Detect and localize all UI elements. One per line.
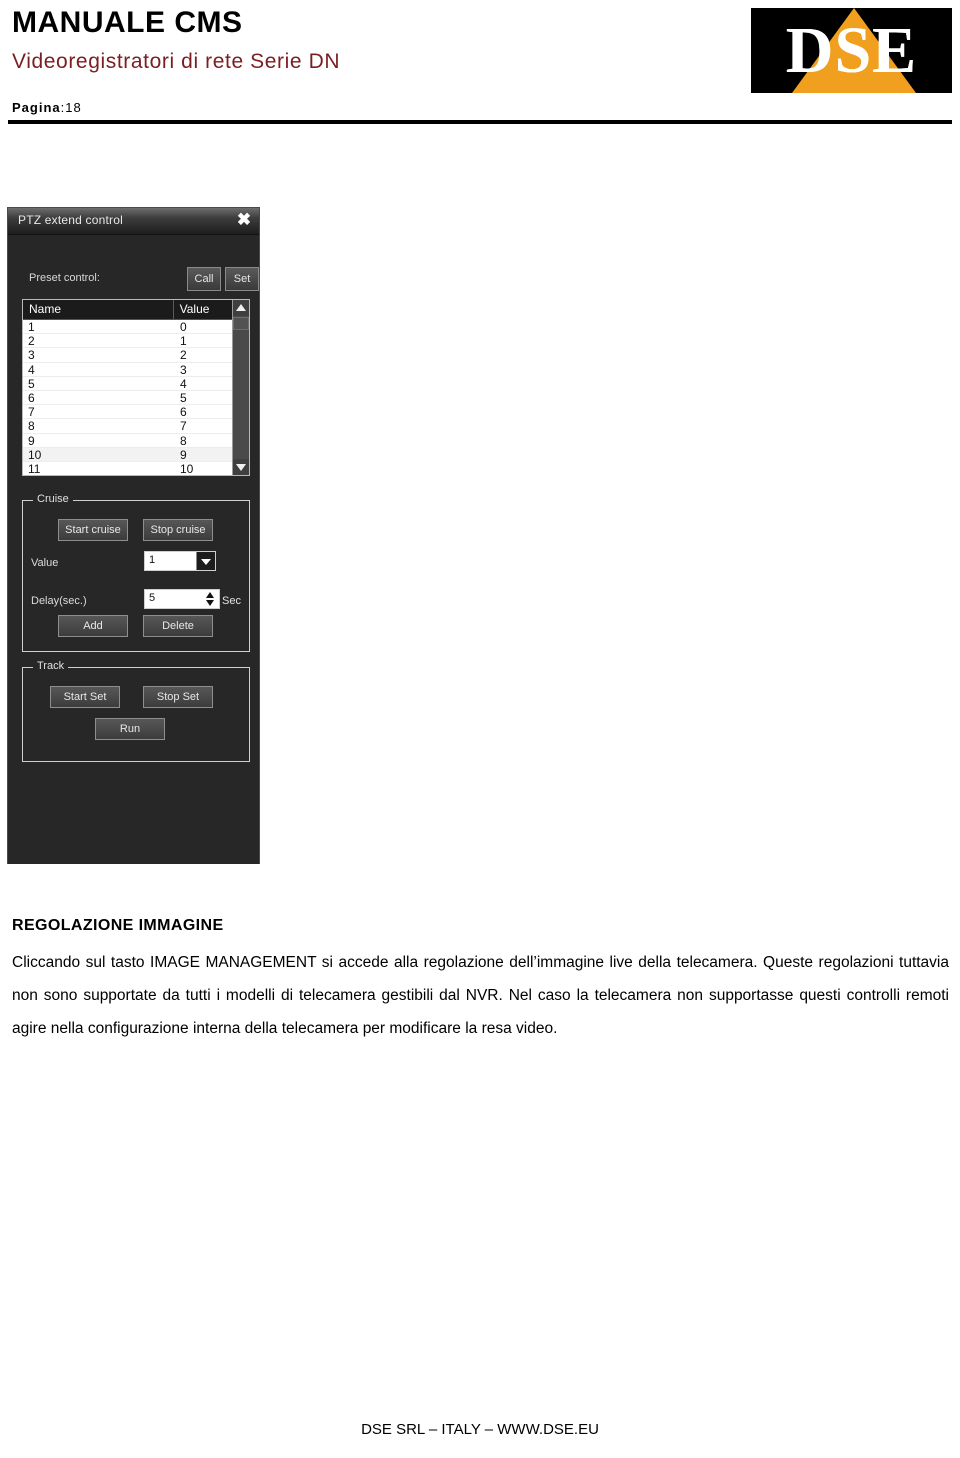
column-header-name: Name: [23, 300, 174, 319]
dialog-title: PTZ extend control: [18, 213, 123, 227]
body-paragraph: Cliccando sul tasto IMAGE MANAGEMENT si …: [12, 954, 949, 1037]
dialog-titlebar: PTZ extend control ✖: [8, 208, 259, 235]
table-row[interactable]: 87: [23, 419, 249, 434]
table-row[interactable]: 21: [23, 334, 249, 349]
cell-name: 6: [28, 390, 35, 405]
delete-button[interactable]: Delete: [143, 615, 213, 637]
stop-cruise-button[interactable]: Stop cruise: [143, 519, 213, 541]
cell-value: 0: [180, 320, 187, 334]
scrollbar-thumb[interactable]: [233, 317, 249, 330]
cruise-value-selected: 1: [149, 554, 156, 566]
cruise-value-select[interactable]: 1: [144, 551, 216, 571]
preset-control-label: Preset control:: [29, 272, 100, 284]
cell-name: 8: [28, 419, 35, 434]
run-button[interactable]: Run: [95, 718, 165, 740]
cell-value: 6: [180, 405, 187, 420]
preset-table-body: 1 0 2 1 3 2 4 3 5 4 6 5 7 6 8 7 9 8 10 9 11 10: [23, 320, 249, 476]
scroll-up-arrow-icon[interactable]: [233, 300, 249, 316]
preset-table: Name Value 1 0 2 1 3 2 4 3 5 4 6 5 7 6 8 7 9 8 10 9 11 10: [22, 299, 250, 476]
cell-value: 3: [180, 362, 187, 377]
table-row[interactable]: 98: [23, 433, 249, 448]
ptz-extend-control-dialog: PTZ extend control ✖ Preset control: Cal…: [7, 207, 260, 864]
add-button[interactable]: Add: [58, 615, 128, 637]
cell-value: 7: [180, 419, 187, 434]
cruise-delay-value: 5: [149, 592, 156, 604]
cell-value: 1: [180, 334, 187, 349]
table-row[interactable]: 32: [23, 348, 249, 363]
cell-name: 11: [28, 461, 41, 476]
cell-value: 5: [180, 390, 187, 405]
cell-name: 7: [28, 405, 35, 420]
cruise-delay-unit: Sec: [222, 595, 241, 607]
cell-name: 1: [28, 320, 35, 334]
scroll-down-arrow-icon[interactable]: [233, 459, 249, 475]
dialog-body: Preset control: Call Set Name Value 1021…: [8, 235, 259, 864]
table-row[interactable]: 43: [23, 362, 249, 377]
page-label-word: Pagina: [12, 100, 61, 115]
manual-subtitle: Videoregistratori di rete Serie DN: [12, 50, 341, 73]
table-row[interactable]: 11 10: [23, 461, 249, 476]
cell-name: 4: [28, 362, 35, 377]
preset-table-header: Name Value: [23, 300, 249, 320]
cruise-group-legend: Cruise: [33, 493, 73, 505]
document-header: MANUALE CMS Videoregistratori di rete Se…: [0, 0, 960, 128]
table-row[interactable]: 10: [23, 320, 249, 335]
table-row[interactable]: 65: [23, 390, 249, 406]
set-button[interactable]: Set: [225, 267, 259, 291]
start-cruise-button[interactable]: Start cruise: [58, 519, 128, 541]
preset-control-row: Preset control: Call Set: [21, 267, 259, 291]
call-button[interactable]: Call: [187, 267, 221, 291]
cell-value: 4: [180, 376, 187, 391]
cell-name: 9: [28, 433, 35, 448]
cell-name: 3: [28, 348, 35, 363]
cell-value: 10: [180, 461, 194, 476]
cell-value: 2: [180, 348, 187, 363]
spinner-arrows-icon[interactable]: [203, 591, 218, 607]
cruise-delay-label: Delay(sec.): [31, 595, 87, 607]
page-number-label: Pagina:18: [12, 100, 82, 115]
track-group-legend: Track: [33, 660, 69, 672]
table-row[interactable]: 76: [23, 405, 249, 420]
manual-title: MANUALE CMS: [12, 6, 243, 39]
cruise-group: Cruise Start cruise Stop cruise Value 1 …: [22, 493, 250, 652]
cruise-value-label: Value: [31, 557, 59, 569]
chevron-down-icon[interactable]: [196, 552, 215, 570]
table-row[interactable]: 10 9: [23, 447, 249, 462]
section-heading: REGOLAZIONE IMMAGINE: [12, 917, 224, 934]
start-set-button[interactable]: Start Set: [50, 686, 120, 708]
cruise-delay-stepper[interactable]: 5: [144, 589, 220, 609]
cell-name: 10: [28, 447, 42, 462]
cell-value: 9: [180, 447, 187, 462]
logo-letters: DSE: [785, 13, 918, 87]
cell-value: 8: [180, 433, 187, 448]
preset-table-scrollbar[interactable]: [232, 300, 249, 475]
cell-name: 2: [28, 334, 35, 349]
stop-set-button[interactable]: Stop Set: [143, 686, 213, 708]
close-icon[interactable]: ✖: [234, 210, 254, 230]
header-divider: [8, 120, 952, 124]
column-header-value: Value: [179, 302, 210, 316]
track-group: Track Start Set Stop Set Run: [22, 660, 250, 762]
table-row[interactable]: 54: [23, 376, 249, 391]
page-label-number: :18: [60, 100, 82, 115]
cell-name: 5: [28, 376, 35, 391]
dse-logo: DSE: [751, 8, 952, 93]
document-footer: DSE SRL – ITALY – WWW.DSE.EU: [361, 1421, 599, 1438]
